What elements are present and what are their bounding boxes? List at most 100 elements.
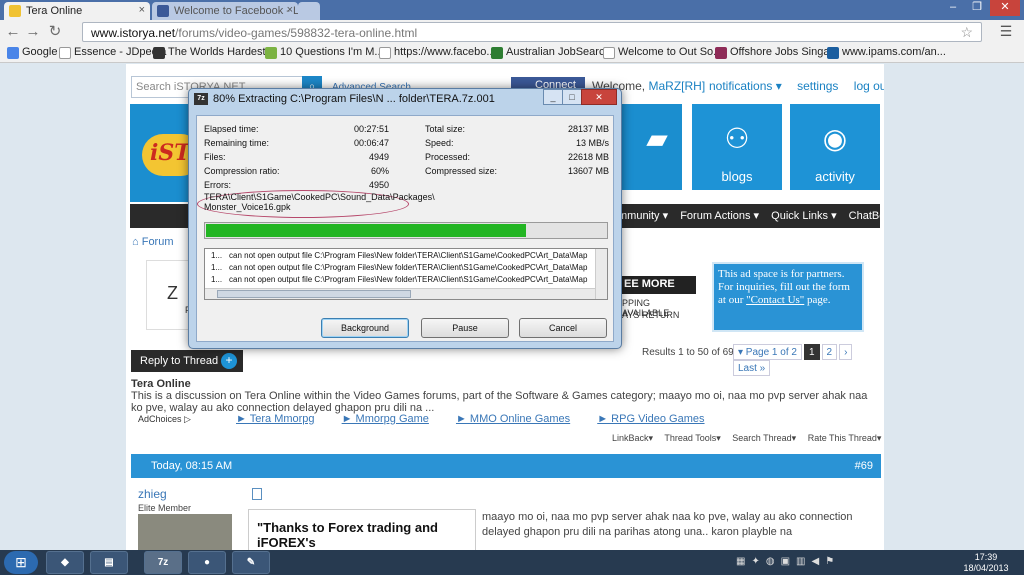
log-line: 1... can not open output file C:\Program … [211, 251, 588, 260]
plus-icon[interactable]: + [221, 353, 237, 369]
taskbar-app-icon[interactable]: ◆ [46, 551, 84, 574]
page-1[interactable]: 1 [803, 344, 820, 360]
volume-icon[interactable]: ◀ [811, 556, 819, 567]
clock[interactable]: 17:39 18/04/2013 [956, 552, 1016, 574]
thread-title: Tera Online [131, 378, 191, 390]
adchoices-link[interactable]: AdChoices ▷ [138, 414, 191, 425]
site-icon [715, 47, 727, 59]
nav-quick-links[interactable]: Quick Links ▾ [771, 210, 836, 222]
avatar[interactable] [138, 514, 232, 550]
settings-link[interactable]: settings [797, 79, 838, 93]
back-icon[interactable]: ← [4, 23, 22, 41]
thread-tools-menu[interactable]: Thread Tools▾ [664, 433, 720, 443]
minimize-icon[interactable]: _ [543, 89, 563, 105]
bookmark-google[interactable]: Google [6, 46, 57, 61]
address-bar[interactable]: www.istorya.net/forums/video-games/59883… [82, 22, 982, 42]
remaining-value: 00:06:47 [353, 138, 389, 148]
close-window-icon[interactable]: ✕ [990, 0, 1020, 16]
nav-forum-actions[interactable]: Forum Actions ▾ [680, 210, 759, 222]
bookmark-worlds-hardest[interactable]: The Worlds Hardest ... [152, 46, 278, 61]
ad-link-mmo-online[interactable]: ► MMO Online Games [456, 413, 570, 425]
elapsed-value: 00:27:51 [353, 124, 389, 134]
ad-link-tera-mmorpg[interactable]: ► Tera Mmorpg [236, 413, 315, 425]
username-link[interactable]: MaRZ[RH] [648, 79, 705, 93]
windows-taskbar: ⊞ ◆ ▤ 7z ● ✎ ▦ ✦ ◍ ▣ ▥ ◀ ⚑ 17:39 18/04/2013 [0, 550, 1024, 575]
flag-icon[interactable]: ⚑ [825, 556, 834, 567]
ad-link-mmorpg-game[interactable]: ► Mmorpg Game [342, 413, 429, 425]
new-tab-button[interactable] [298, 2, 320, 20]
background-button[interactable]: Background [321, 318, 409, 338]
url-host: www.istorya.net [91, 26, 176, 40]
minimize-window-icon[interactable]: – [942, 0, 964, 16]
scrollbar-thumb[interactable] [217, 290, 411, 298]
tab-tera-online[interactable]: Tera Online × [4, 2, 150, 20]
tray-icon[interactable]: ▦ [736, 556, 745, 567]
start-button[interactable]: ⊞ [4, 551, 38, 574]
paint-icon[interactable]: ✎ [232, 551, 270, 574]
maximize-window-icon[interactable]: ❐ [966, 0, 988, 16]
last-page[interactable]: Last » [733, 360, 771, 376]
bookmark-offshore-jobs[interactable]: Offshore Jobs Singa... [714, 46, 839, 61]
post-body: maayo mo oi, naa mo pvp server ahak naa … [482, 511, 853, 538]
post-number-link[interactable]: #69 [855, 460, 873, 472]
rate-thread-menu[interactable]: Rate This Thread▾ [808, 433, 882, 443]
top-links: notifications ▾ settings log out [709, 79, 884, 93]
blogs-tile[interactable]: ⚇ blogs [692, 104, 782, 190]
nav-chatbox[interactable]: ChatBox [849, 210, 884, 222]
tray-icon[interactable]: ✦ [751, 556, 759, 567]
network-icon[interactable]: ▥ [796, 556, 805, 567]
linkback-menu[interactable]: LinkBack▾ [612, 433, 653, 443]
wrench-menu-icon[interactable]: ☰ [996, 23, 1016, 41]
tray-icon[interactable]: ◍ [766, 556, 775, 567]
ad-link-rpg-video[interactable]: ► RPG Video Games [597, 413, 704, 425]
elapsed-label: Elapsed time: [204, 124, 259, 134]
bookmark-out-so[interactable]: Welcome to Out So... [602, 46, 722, 61]
page-icon [379, 47, 391, 59]
errors-label: Errors: [204, 180, 231, 190]
thread-description: This is a discussion on Tera Online with… [131, 390, 868, 414]
logout-link[interactable]: log out [854, 79, 884, 93]
close-icon[interactable]: ✕ [581, 89, 617, 105]
chrome-icon[interactable]: ● [188, 551, 226, 574]
search-thread-menu[interactable]: Search Thread▾ [732, 433, 796, 443]
home-icon: ⌂ [132, 236, 139, 248]
page-2[interactable]: 2 [821, 344, 838, 360]
reload-icon[interactable]: ↻ [46, 23, 64, 41]
contact-us-link[interactable]: "Contact Us" [746, 294, 804, 306]
close-tab-icon[interactable]: × [139, 4, 145, 16]
ad-banner-shopping[interactable]: EE MORE PPING AVAILABLE AYS RETURN [618, 262, 698, 332]
tab-facebook[interactable]: Welcome to Facebook - L × [152, 2, 298, 20]
maximize-icon[interactable]: □ [562, 89, 582, 105]
tray-icon[interactable]: ▣ [781, 556, 790, 567]
explorer-icon[interactable]: ▤ [90, 551, 128, 574]
next-page[interactable]: › [839, 344, 853, 360]
ratio-value: 60% [370, 166, 389, 176]
nav-community[interactable]: mmunity ▾ [618, 210, 668, 222]
bookmark-essence[interactable]: Essence - JDpedia [58, 46, 166, 61]
bookmark-star-icon[interactable]: ☆ [960, 24, 973, 41]
forward-icon[interactable]: → [24, 23, 42, 41]
facebook-favicon-icon [157, 5, 169, 17]
horizontal-scrollbar[interactable] [205, 288, 595, 299]
forex-ad[interactable]: "Thanks to Forex trading and iFOREX's [248, 509, 476, 550]
error-log-list[interactable]: 1... can not open output file C:\Program … [204, 248, 608, 300]
notifications-link[interactable]: notifications ▾ [709, 79, 782, 93]
7zip-taskbar-icon[interactable]: 7z [144, 551, 182, 574]
compressed-size-value: 13607 MB [567, 166, 609, 176]
page-dropdown[interactable]: ▾ Page 1 of 2 [733, 344, 802, 360]
post-username[interactable]: zhieg [138, 487, 167, 501]
cancel-button[interactable]: Cancel [519, 318, 607, 338]
pause-button[interactable]: Pause [421, 318, 509, 338]
activity-tile[interactable]: ◉ activity [790, 104, 880, 190]
vertical-scrollbar[interactable] [595, 249, 607, 299]
bookmarks-bar: Google Essence - JDpedia The Worlds Hard… [0, 44, 1024, 63]
site-icon [491, 47, 503, 59]
breadcrumb[interactable]: ⌂ Forum [132, 236, 174, 248]
site-icon [827, 47, 839, 59]
bookmark-jobsearch[interactable]: Australian JobSearc... [490, 46, 614, 61]
bookmark-10-questions[interactable]: 10 Questions I'm M... [264, 46, 384, 61]
bookmark-facebook[interactable]: https://www.facebo... [378, 46, 496, 61]
bookmark-ipams[interactable]: www.ipams.com/an... [826, 46, 946, 61]
close-tab-icon[interactable]: × [287, 4, 293, 16]
files-value: 4949 [368, 152, 389, 162]
